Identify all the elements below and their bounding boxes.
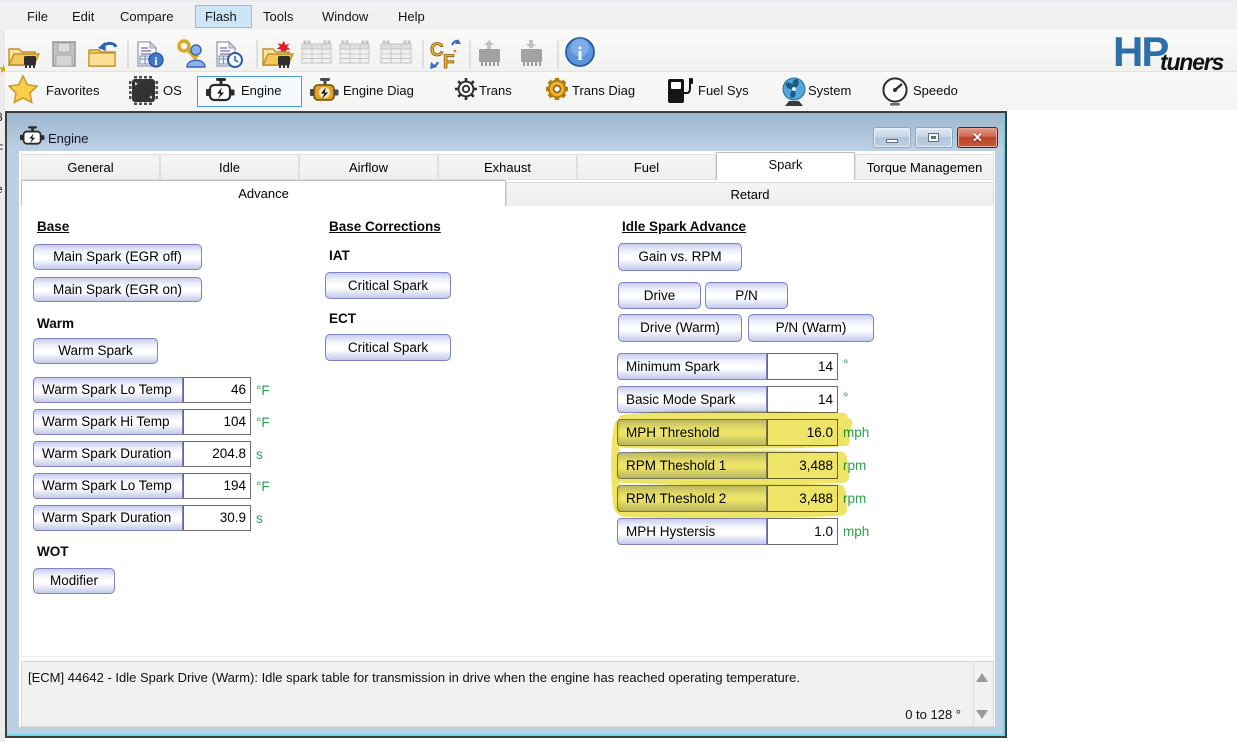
- svg-text:C: C: [430, 40, 444, 61]
- svg-text:F: F: [443, 52, 455, 73]
- svg-text:i: i: [577, 44, 582, 65]
